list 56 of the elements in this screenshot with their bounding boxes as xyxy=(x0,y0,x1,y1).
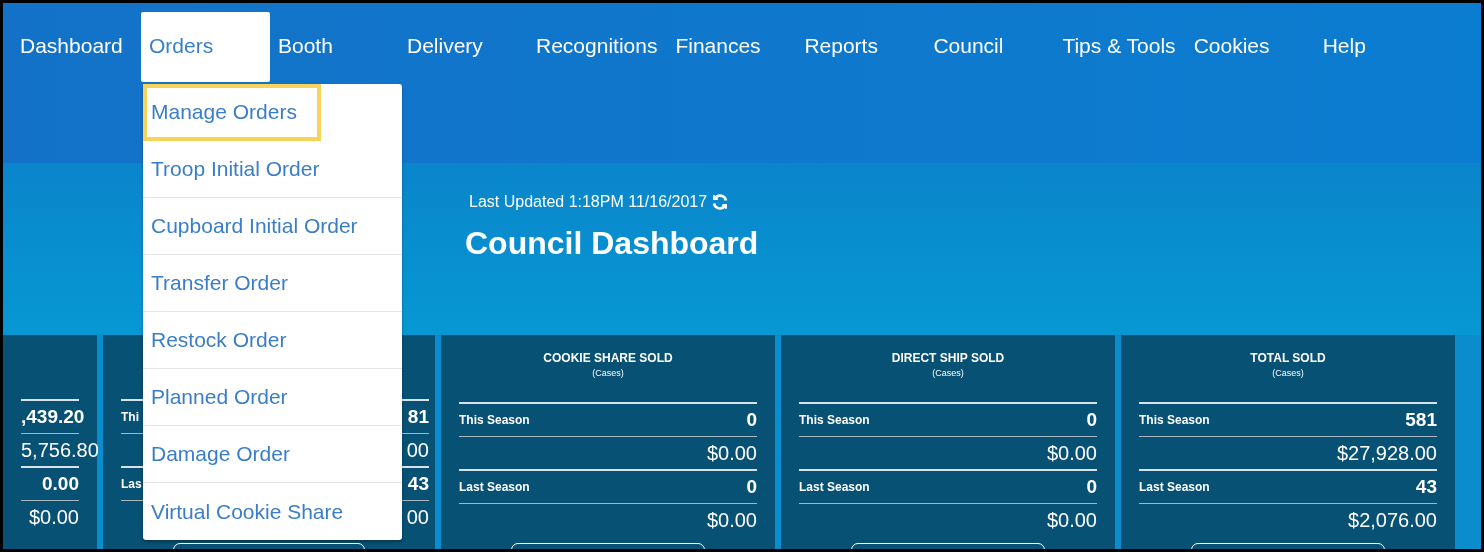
nav-tab[interactable]: Booth xyxy=(270,12,399,82)
row-label: Las xyxy=(121,477,142,491)
nav-tab[interactable]: Orders xyxy=(141,12,270,82)
nav-tab[interactable]: Council xyxy=(925,12,1055,82)
card-title: TOTAL SOLD xyxy=(1249,351,1327,365)
amount-value: $0.00 xyxy=(706,441,757,465)
count-value: 0 xyxy=(746,476,757,498)
row-label: Last Season xyxy=(459,480,530,494)
nav-tab[interactable]: Help xyxy=(1314,12,1444,82)
amount-value: $0.00 xyxy=(1046,508,1097,532)
last-updated: Last Updated 1:18PM 11/16/2017 xyxy=(469,193,708,211)
nav-tab[interactable]: Dashboard xyxy=(12,12,141,82)
row-label: Last Season xyxy=(1139,480,1210,494)
menu-item[interactable]: Planned Order xyxy=(143,369,402,426)
menu-item[interactable]: Restock Order xyxy=(143,312,402,369)
count-value: 43 xyxy=(407,473,429,495)
count-value: 81 xyxy=(407,406,429,428)
row-label: Last Season xyxy=(799,480,870,494)
nav-tab[interactable]: Finances xyxy=(667,12,797,82)
card-unit: (Cases) xyxy=(591,368,625,378)
page-title: Council Dashboard xyxy=(465,225,760,262)
card-title: DIRECT SHIP SOLD xyxy=(890,351,1006,365)
row-label: This Season xyxy=(799,413,870,427)
count-value: 0 xyxy=(746,409,757,431)
refresh-icon[interactable] xyxy=(711,193,730,211)
amount-value: 00 xyxy=(406,438,429,462)
menu-item[interactable]: Virtual Cookie Share xyxy=(143,483,402,540)
amount-value: $2,076.00 xyxy=(1348,508,1437,532)
count-value: 581 xyxy=(1405,409,1437,431)
amount-value: $27,928.00 xyxy=(1336,441,1437,465)
menu-item[interactable]: Troop Initial Order xyxy=(143,141,402,198)
row-label: This Season xyxy=(1139,413,1210,427)
menu-item[interactable]: Manage Orders xyxy=(143,84,321,141)
nav-tab[interactable]: Recognitions xyxy=(528,12,668,82)
count-value: ,439.20 xyxy=(21,406,85,428)
nav-tab[interactable]: Tips & Tools xyxy=(1054,12,1186,82)
count-value: 43 xyxy=(1415,476,1437,498)
nav-tab[interactable]: Delivery xyxy=(399,12,528,82)
card-title: COOKIE SHARE SOLD xyxy=(542,351,674,365)
menu-item[interactable]: Cupboard Initial Order xyxy=(143,198,402,255)
amount-value: $0.00 xyxy=(28,505,79,529)
count-value: 0 xyxy=(1086,476,1097,498)
menu-item[interactable]: Damage Order xyxy=(143,426,402,483)
menu-item[interactable]: Transfer Order xyxy=(143,255,402,312)
amount-value: 5,756.80 xyxy=(21,438,99,462)
row-label: This Season xyxy=(459,413,530,427)
count-value: 0.00 xyxy=(42,473,79,495)
card-unit: (Cases) xyxy=(1271,368,1305,378)
count-value: 0 xyxy=(1086,409,1097,431)
amount-value: $0.00 xyxy=(706,508,757,532)
row-label: Thi xyxy=(121,410,139,424)
card-unit: (Cases) xyxy=(931,368,965,378)
nav-tab[interactable]: Reports xyxy=(796,12,926,82)
amount-value: 00 xyxy=(406,505,429,529)
amount-value: $0.00 xyxy=(1046,441,1097,465)
nav-tab[interactable]: Cookies xyxy=(1185,12,1315,82)
